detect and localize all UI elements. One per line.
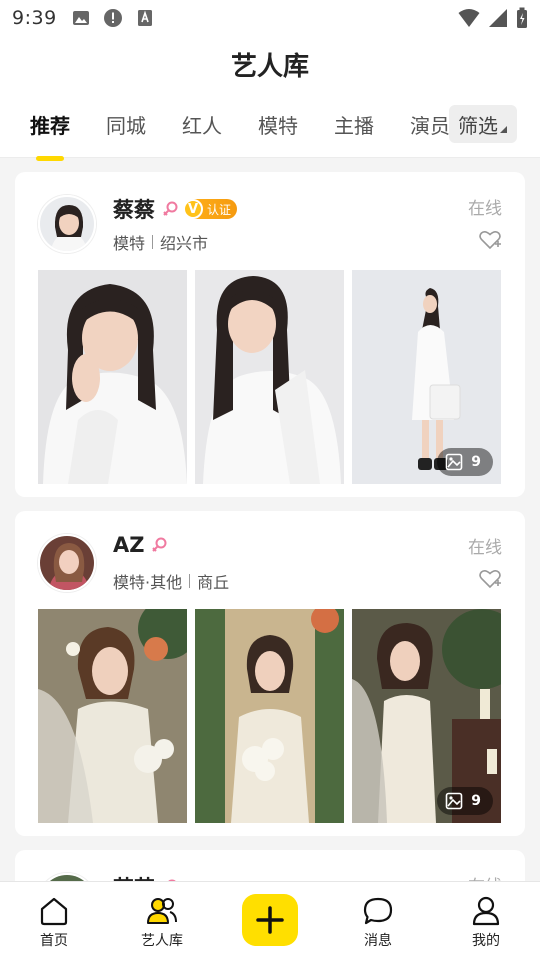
verified-label: 认证 <box>207 202 232 217</box>
nav-home-label: 首页 <box>40 933 68 949</box>
artist-name-row: 蔡蔡 V 认证 <box>113 194 238 224</box>
artist-meta: 模特·其他 商丘 <box>113 569 229 593</box>
meta-divider <box>152 235 154 249</box>
filter-button[interactable]: 筛选 <box>449 105 517 143</box>
bottom-navigation: 首页 艺人库 消息 我的 <box>0 881 540 960</box>
signal-icon <box>489 9 507 27</box>
page-title: 艺人库 <box>230 52 309 82</box>
tab-same-city[interactable]: 同城 <box>94 106 158 143</box>
meta-divider <box>189 574 191 588</box>
nav-messages-label: 消息 <box>364 933 392 949</box>
nav-artists[interactable]: 艺人库 <box>108 882 216 960</box>
online-status: 在线 <box>468 538 502 558</box>
nav-home[interactable]: 首页 <box>0 882 108 960</box>
artist-role: 模特·其他 <box>113 573 183 592</box>
nav-messages[interactable]: 消息 <box>324 882 432 960</box>
gallery-notification-icon <box>72 11 89 25</box>
plus-icon <box>256 906 284 934</box>
gallery-icon <box>445 792 463 810</box>
artists-icon <box>147 898 177 924</box>
photo-count-badge: 9 <box>437 787 493 815</box>
artist-role: 模特 <box>113 234 146 253</box>
nav-profile[interactable]: 我的 <box>432 882 540 960</box>
female-icon <box>163 201 178 216</box>
publish-button[interactable] <box>242 894 298 946</box>
avatar[interactable] <box>38 534 96 592</box>
photo-grid: 9 <box>38 270 501 484</box>
photo-count: 9 <box>471 454 481 470</box>
photo-thumbnail[interactable] <box>195 270 344 484</box>
photo-grid: 9 <box>38 609 501 823</box>
filter-triangle-icon <box>500 125 507 133</box>
artist-city: 绍兴市 <box>160 234 209 253</box>
artist-meta: 模特 绍兴市 <box>113 230 208 254</box>
profile-icon <box>472 896 500 926</box>
photo-count-badge: 9 <box>437 448 493 476</box>
battery-icon <box>517 7 527 28</box>
artist-name-row: AZ <box>113 533 168 557</box>
artist-card[interactable]: 蔡蔡 V 认证 模特 绍兴市 在线 9 <box>15 172 525 497</box>
tab-streamer[interactable]: 主播 <box>322 106 386 143</box>
female-icon <box>152 537 167 552</box>
app-header: 艺人库 推荐 同城 红人 模特 主播 演员 筛选 <box>0 36 540 158</box>
status-time: 9:39 <box>12 7 57 29</box>
photo-thumbnail[interactable]: 9 <box>352 270 501 484</box>
nav-profile-label: 我的 <box>472 933 500 949</box>
verified-badge: V 认证 <box>183 199 238 219</box>
artist-card[interactable]: AZ 模特·其他 商丘 在线 9 <box>15 511 525 836</box>
artist-name: AZ <box>113 533 145 557</box>
wifi-icon <box>458 9 480 27</box>
tab-recommend[interactable]: 推荐 <box>18 106 82 143</box>
nav-publish[interactable] <box>216 882 324 960</box>
photo-thumbnail[interactable]: 9 <box>352 609 501 823</box>
photo-count: 9 <box>471 793 481 809</box>
gallery-icon <box>445 453 463 471</box>
favorite-heart-icon[interactable] <box>478 567 502 591</box>
tab-influencer[interactable]: 红人 <box>170 106 234 143</box>
category-tabs: 推荐 同城 红人 模特 主播 演员 <box>18 106 474 143</box>
home-icon <box>40 897 68 926</box>
alert-notification-icon <box>103 9 122 27</box>
photo-thumbnail[interactable] <box>38 609 187 823</box>
artist-name: 蔡蔡 <box>113 198 155 222</box>
message-icon <box>363 897 393 925</box>
filter-label: 筛选 <box>458 113 498 138</box>
avatar[interactable] <box>38 195 96 253</box>
photo-thumbnail[interactable] <box>38 270 187 484</box>
artist-city: 商丘 <box>197 573 230 592</box>
online-status: 在线 <box>468 199 502 219</box>
photo-thumbnail[interactable] <box>195 609 344 823</box>
app-notification-icon <box>137 10 152 26</box>
status-bar: 9:39 <box>0 0 540 36</box>
tab-model[interactable]: 模特 <box>246 106 310 143</box>
verified-v-icon: V <box>183 199 203 219</box>
favorite-heart-icon[interactable] <box>478 228 502 252</box>
nav-artists-label: 艺人库 <box>141 933 183 949</box>
